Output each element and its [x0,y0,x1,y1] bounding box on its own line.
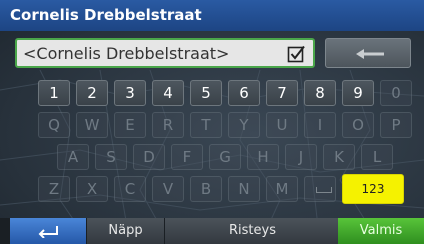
back-arrow-icon [38,226,58,238]
key-d[interactable]: D [133,144,165,170]
key-i[interactable]: I [304,112,336,138]
key-label: Z [48,180,60,198]
key-label: 3 [125,84,135,102]
checkbox-checked-icon[interactable] [287,45,305,63]
key-9[interactable]: 9 [342,80,374,106]
key-6[interactable]: 6 [228,80,260,106]
key-label: I [317,116,323,134]
key-label: 4 [163,84,173,102]
key-label: U [276,116,288,134]
backspace-button[interactable] [325,38,411,68]
key-label: L [372,148,382,166]
key-label: 1 [49,84,59,102]
key-label: 2 [87,84,97,102]
street-input-field[interactable]: <Cornelis Drebbelstraat> [15,38,315,68]
key-label: 7 [277,84,287,102]
key-u[interactable]: U [266,112,298,138]
key-0[interactable]: 0 [380,80,412,106]
key-c[interactable]: C [114,176,146,202]
backspace-arrow-icon [356,49,384,59]
key-label: 8 [315,84,325,102]
key-k[interactable]: K [323,144,355,170]
valmis-label: Valmis [359,223,403,238]
key-t[interactable]: T [190,112,222,138]
key-e[interactable]: E [114,112,146,138]
key-x[interactable]: X [76,176,108,202]
key-o[interactable]: O [342,112,374,138]
key-w[interactable]: W [76,112,108,138]
key-label: T [201,116,211,134]
key-label: G [219,148,231,166]
key-label: F [182,148,192,166]
page-title: Cornelis Drebbelstraat [10,6,202,24]
street-input-text: <Cornelis Drebbelstraat> [23,44,230,63]
key-j[interactable]: J [285,144,317,170]
key-q[interactable]: Q [38,112,70,138]
key-label: W [84,116,100,134]
key-label: V [162,180,174,198]
key-label: P [391,116,401,134]
space-icon [316,187,332,193]
key-l[interactable]: L [361,144,393,170]
key-label: C [124,180,136,198]
risteys-label: Risteys [229,223,276,238]
napp-button[interactable]: Näpp [86,218,164,244]
key-1[interactable]: 1 [38,80,70,106]
key-label: Y [239,116,249,134]
key-label: O [352,116,364,134]
key-3[interactable]: 3 [114,80,146,106]
key-label: 5 [201,84,211,102]
title-bar: Cornelis Drebbelstraat [0,0,424,31]
key-label: K [334,148,344,166]
key-2[interactable]: 2 [76,80,108,106]
key-label: Q [48,116,60,134]
back-button[interactable] [10,218,86,244]
key-label: D [143,148,155,166]
keyboard-screen: Cornelis Drebbelstraat <Cornelis Drebbel… [0,0,424,244]
key-5[interactable]: 5 [190,80,222,106]
key-r[interactable]: R [152,112,184,138]
key-g[interactable]: G [209,144,241,170]
key-h[interactable]: H [247,144,279,170]
key-label: 0 [391,84,401,102]
key-y[interactable]: Y [228,112,260,138]
key-8[interactable]: 8 [304,80,336,106]
key-label: M [275,180,289,198]
key-label: B [200,180,212,198]
risteys-button[interactable]: Risteys [164,218,340,244]
napp-label: Näpp [108,223,143,238]
key-label: S [106,148,116,166]
key-7[interactable]: 7 [266,80,298,106]
numeric-mode-key[interactable]: 123 [342,174,404,204]
key-s[interactable]: S [95,144,127,170]
key-label: R [162,116,174,134]
key-label: N [238,180,250,198]
key-label: J [298,148,304,166]
key-b[interactable]: B [190,176,222,202]
key-n[interactable]: N [228,176,260,202]
mode-key-label: 123 [361,182,385,196]
key-label: H [257,148,269,166]
key-label: 6 [239,84,249,102]
key-m[interactable]: M [266,176,298,202]
key-z[interactable]: Z [38,176,70,202]
key-label: A [67,148,79,166]
key-a[interactable]: A [57,144,89,170]
key-label: X [86,180,98,198]
key-f[interactable]: F [171,144,203,170]
key-p[interactable]: P [380,112,412,138]
space-key[interactable] [304,176,336,202]
key-v[interactable]: V [152,176,184,202]
key-4[interactable]: 4 [152,80,184,106]
valmis-button[interactable]: Valmis [338,218,424,244]
key-label: 9 [353,84,363,102]
key-label: E [125,116,135,134]
